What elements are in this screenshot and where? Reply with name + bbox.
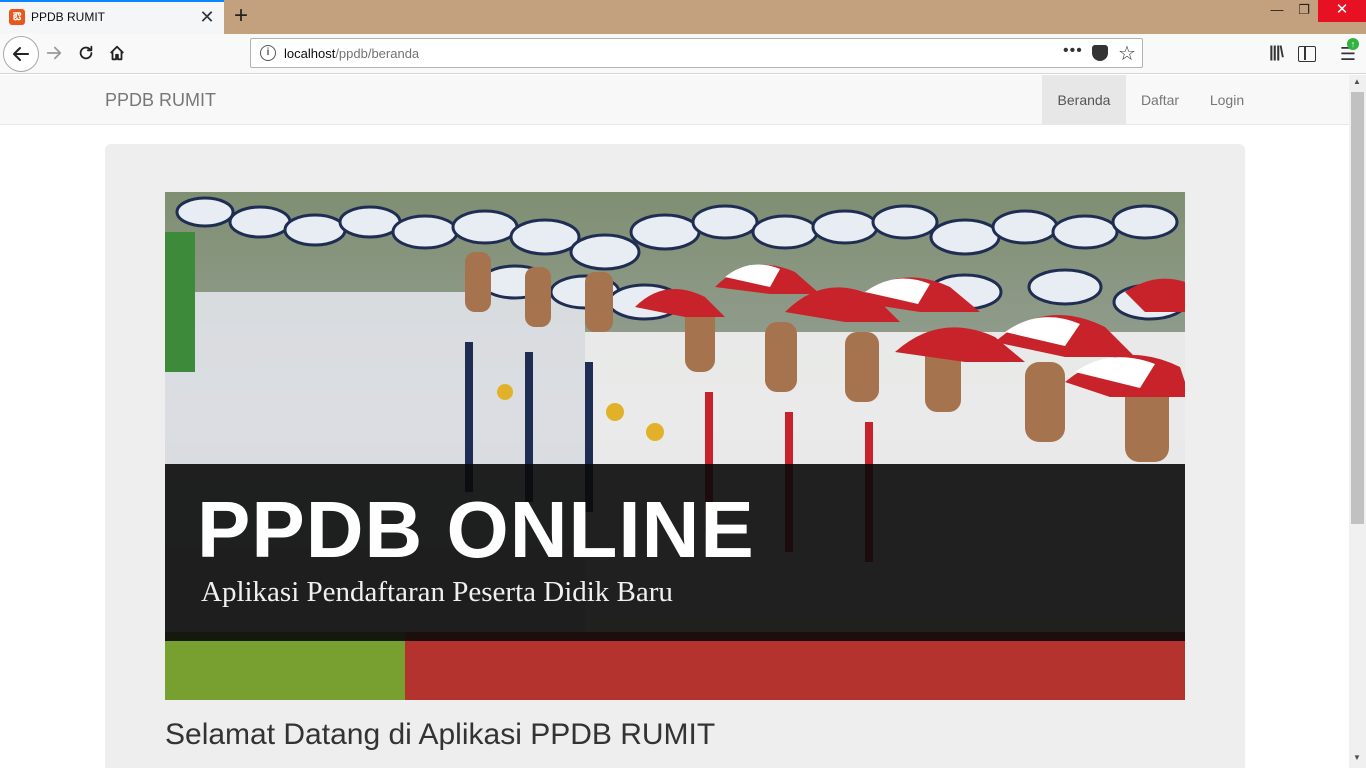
url-text: localhost/ppdb/beranda: [284, 46, 419, 61]
home-icon[interactable]: [101, 37, 133, 69]
banner-title: PPDB ONLINE: [197, 485, 755, 574]
scroll-down-arrow-icon[interactable]: ▼: [1353, 753, 1361, 762]
minimize-button[interactable]: —: [1262, 0, 1292, 22]
welcome-heading: Selamat Datang di Aplikasi PPDB RUMIT: [165, 718, 716, 751]
close-window-button[interactable]: ✕: [1318, 0, 1366, 22]
nav-daftar[interactable]: Daftar: [1126, 75, 1194, 125]
url-bar[interactable]: i localhost/ppdb/beranda ••• ☆: [250, 38, 1143, 68]
banner-subtitle: Aplikasi Pendaftaran Peserta Didik Baru: [201, 576, 673, 608]
xampp-favicon-icon: ఔ: [9, 9, 25, 25]
browser-tab[interactable]: ఔ PPDB RUMIT ✕: [0, 0, 224, 34]
back-arrow-icon[interactable]: [3, 36, 39, 72]
maximize-button[interactable]: ❐: [1289, 0, 1319, 22]
info-icon[interactable]: i: [260, 45, 276, 61]
nav-login[interactable]: Login: [1194, 75, 1260, 125]
tab-close-icon[interactable]: ✕: [198, 8, 216, 26]
page-viewport: PPDB RUMIT Beranda Daftar Login PPDB ONL…: [0, 75, 1349, 768]
pocket-icon[interactable]: [1092, 45, 1108, 61]
browser-toolbar: i localhost/ppdb/beranda ••• ☆ |||\ ☰: [0, 34, 1366, 74]
url-host: localhost: [284, 46, 336, 61]
banner-caption: PPDB ONLINE Aplikasi Pendaftaran Peserta…: [165, 464, 1185, 641]
tab-title: PPDB RUMIT: [31, 10, 106, 24]
bookmark-star-icon[interactable]: ☆: [1118, 41, 1136, 66]
banner-image: PPDB ONLINE Aplikasi Pendaftaran Peserta…: [165, 192, 1185, 700]
jumbotron: PPDB ONLINE Aplikasi Pendaftaran Peserta…: [105, 144, 1245, 768]
library-icon[interactable]: |||\: [1265, 44, 1287, 64]
page-scrollbar[interactable]: ▲ ▼: [1349, 75, 1366, 768]
tab-strip: ఔ PPDB RUMIT ✕ + — ❐ ✕: [0, 0, 1366, 34]
new-tab-button[interactable]: +: [228, 3, 254, 29]
url-path: /ppdb/beranda: [335, 46, 420, 61]
scroll-up-arrow-icon[interactable]: ▲: [1353, 77, 1361, 86]
sidebar-icon[interactable]: [1298, 46, 1316, 62]
nav-beranda[interactable]: Beranda: [1042, 75, 1126, 125]
scroll-thumb[interactable]: [1351, 92, 1364, 524]
forward-arrow-icon[interactable]: [38, 37, 70, 69]
more-icon[interactable]: •••: [1063, 42, 1083, 60]
reload-icon[interactable]: [70, 37, 102, 69]
site-navbar: PPDB RUMIT Beranda Daftar Login: [0, 75, 1349, 125]
site-brand[interactable]: PPDB RUMIT: [105, 90, 216, 111]
update-badge-icon: ↑: [1347, 38, 1359, 50]
